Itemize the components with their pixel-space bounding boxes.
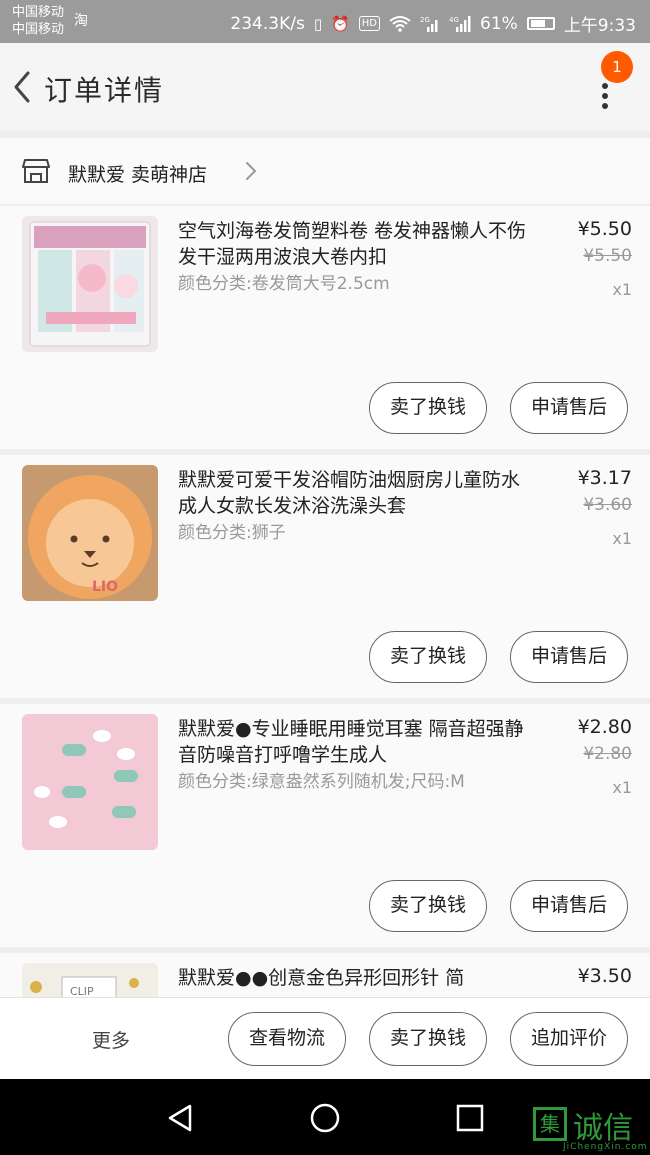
svg-text:4G: 4G [449, 16, 459, 24]
watermark-logo: 集 诚信 JiChengXin.com [533, 1103, 648, 1153]
clock: 上午9:33 [563, 16, 636, 36]
shop-row[interactable]: 默默爱 卖萌神店 [0, 138, 650, 204]
product-original-price: ¥5.50 [583, 246, 632, 266]
product-sku: 颜色分类:绿意盎然系列随机发;尺码:M [178, 772, 465, 792]
product-title[interactable]: 默默爱可爱干发浴帽防油烟厨房儿童防水成人女款长发沐浴洗澡头套 [178, 467, 528, 519]
bottom-action-bar: 更多 查看物流 卖了换钱 追加评价 [0, 997, 650, 1080]
signal-4g-icon: 4G [449, 16, 471, 32]
product-quantity: x1 [612, 529, 632, 548]
network-speed: 234.3K/s [230, 13, 305, 34]
shop-name[interactable]: 默默爱 卖萌神店 [68, 160, 207, 187]
order-item[interactable]: 默默爱●专业睡眠用睡觉耳塞 隔音超强静音防噪音打呼噜学生成人 颜色分类:绿意盎然… [0, 704, 650, 947]
product-price: ¥3.17 [577, 467, 632, 489]
view-logistics-button[interactable]: 查看物流 [228, 1012, 346, 1066]
more-link[interactable]: 更多 [92, 1026, 130, 1053]
carrier-info: 中国移动 中国移动 淘 [12, 4, 88, 38]
nav-recents-icon[interactable] [456, 1104, 484, 1132]
product-title[interactable]: 空气刘海卷发筒塑料卷 卷发神器懒人不伤发干湿两用波浪大卷内扣 [178, 218, 528, 270]
product-price: ¥2.80 [577, 716, 632, 738]
app-header: 订单详情 1 [0, 43, 650, 131]
product-sku: 颜色分类:卷发筒大号2.5cm [178, 274, 390, 294]
chevron-right-icon [246, 162, 257, 180]
product-price: ¥5.50 [577, 218, 632, 240]
sell-button[interactable]: 卖了换钱 [369, 880, 487, 932]
product-image-clips[interactable]: CLIP [22, 963, 158, 997]
store-icon [22, 159, 50, 183]
status-bar: 中国移动 中国移动 淘 234.3K/s ▯ ⏰ HD 2G 4G 61% 上午… [0, 0, 650, 43]
svg-text:LIO: LIO [92, 579, 118, 595]
after-sale-button[interactable]: 申请售后 [510, 631, 628, 683]
hd-icon: HD [358, 16, 381, 31]
vibrate-icon: ▯ [313, 14, 323, 33]
product-price: ¥3.50 [577, 965, 632, 987]
product-image-curlers[interactable] [22, 216, 158, 352]
watermark-name: 诚信 [573, 1111, 633, 1146]
carrier-1: 中国移动 [12, 5, 65, 20]
page-title: 订单详情 [44, 74, 165, 107]
add-review-button[interactable]: 追加评价 [510, 1012, 628, 1066]
nav-back-icon[interactable] [166, 1103, 194, 1133]
back-arrow-icon[interactable] [8, 67, 42, 107]
product-sku: 颜色分类:狮子 [178, 523, 286, 543]
svg-text:CLIP: CLIP [70, 985, 94, 997]
signal-2g-icon: 2G [420, 16, 438, 32]
carrier-2: 中国移动 [12, 22, 65, 37]
taobao-notification-icon: 淘 [74, 13, 88, 29]
product-quantity: x1 [612, 778, 632, 797]
after-sale-button[interactable]: 申请售后 [510, 880, 628, 932]
sell-button[interactable]: 卖了换钱 [369, 382, 487, 434]
order-item[interactable]: 空气刘海卷发筒塑料卷 卷发神器懒人不伤发干湿两用波浪大卷内扣 颜色分类:卷发筒大… [0, 206, 650, 449]
order-item[interactable]: LIO 默默爱可爱干发浴帽防油烟厨房儿童防水成人女款长发沐浴洗澡头套 颜色分类:… [0, 455, 650, 698]
order-item[interactable]: CLIP 默默爱●●创意金色异形回形针 简 ¥3.50 [0, 953, 650, 997]
wifi-icon [389, 16, 411, 32]
sell-button[interactable]: 卖了换钱 [369, 631, 487, 683]
after-sale-button[interactable]: 申请售后 [510, 382, 628, 434]
product-title[interactable]: 默默爱●●创意金色异形回形针 简 [178, 965, 528, 991]
battery-percent: 61% [480, 13, 518, 34]
svg-text:2G: 2G [420, 16, 430, 24]
battery-icon [526, 17, 555, 30]
status-icons: 234.3K/s ▯ ⏰ HD 2G 4G 61% 上午9:33 [230, 11, 636, 37]
product-quantity: x1 [612, 280, 632, 299]
product-original-price: ¥3.60 [583, 495, 632, 515]
watermark-box: 集 [533, 1107, 567, 1141]
sell-order-button[interactable]: 卖了换钱 [369, 1012, 487, 1066]
notification-badge[interactable]: 1 [601, 51, 633, 83]
nav-home-icon[interactable] [309, 1102, 341, 1134]
product-image-lion-cap[interactable]: LIO [22, 465, 158, 601]
alarm-icon: ⏰ [331, 14, 350, 33]
product-title[interactable]: 默默爱●专业睡眠用睡觉耳塞 隔音超强静音防噪音打呼噜学生成人 [178, 716, 528, 768]
product-original-price: ¥2.80 [583, 744, 632, 764]
watermark-url: JiChengXin.com [563, 1142, 648, 1152]
product-image-earplugs[interactable] [22, 714, 158, 850]
